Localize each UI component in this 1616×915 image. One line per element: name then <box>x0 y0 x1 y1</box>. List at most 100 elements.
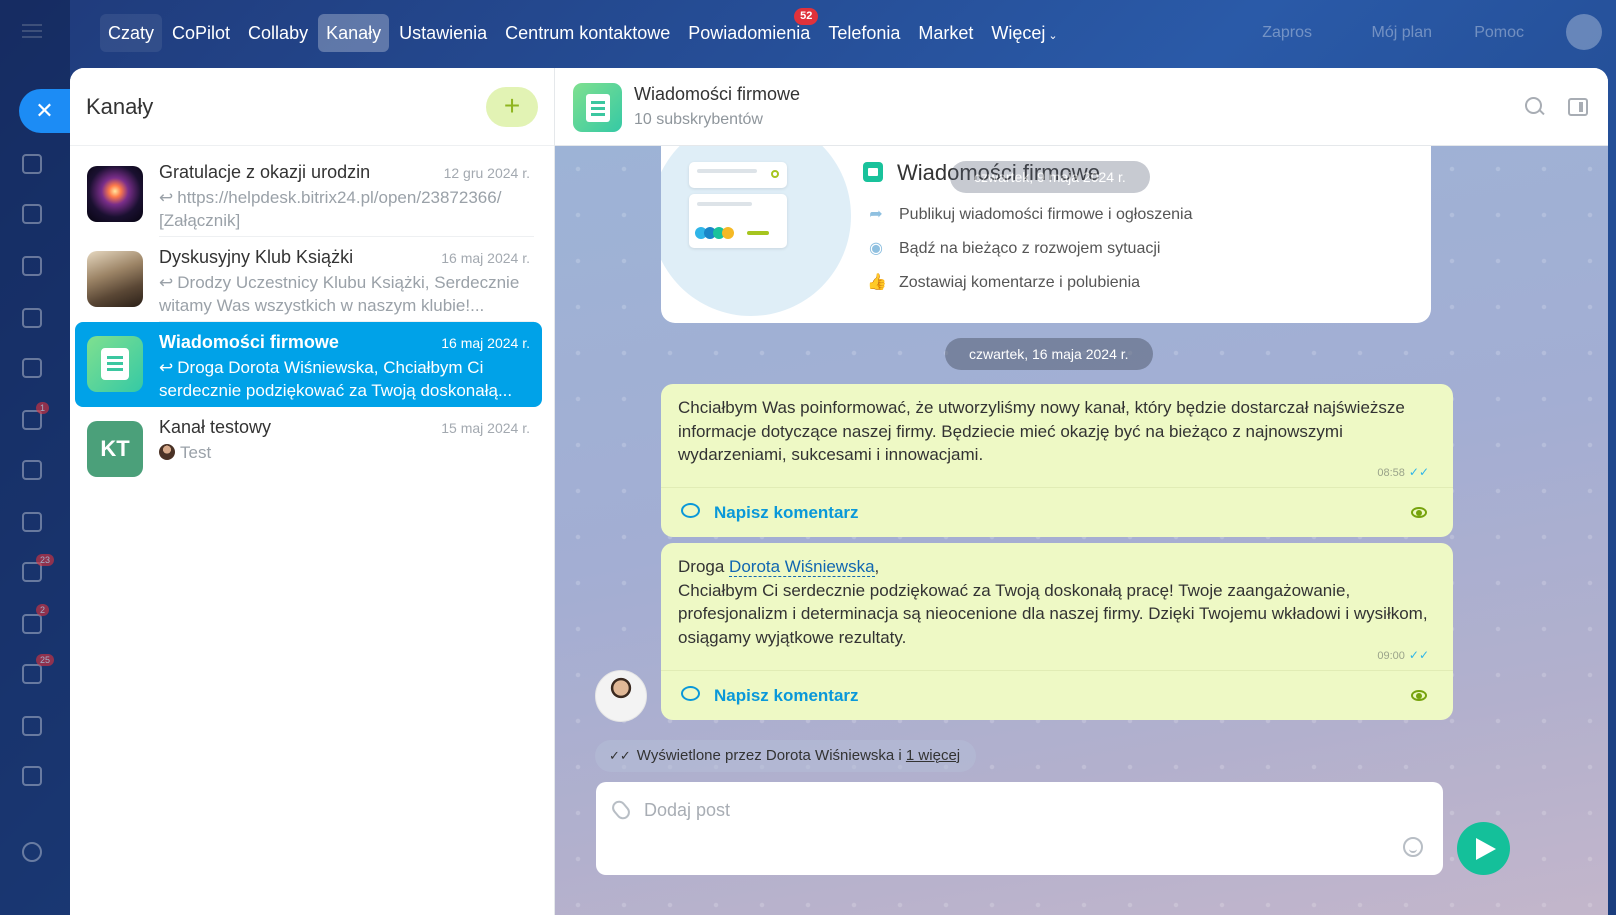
comment-icon <box>681 503 700 518</box>
intro-illustration <box>661 146 851 316</box>
intro-row: ◉ Bądź na bieżąco z rozwojem sytuacji <box>867 238 1160 258</box>
channel-avatar <box>87 166 143 222</box>
close-button[interactable]: ✕ <box>19 89 70 133</box>
tab-kanaly[interactable]: Kanały <box>318 14 390 52</box>
message-footer: Napisz komentarz <box>661 670 1453 720</box>
contacts-icon <box>22 460 42 480</box>
reply-icon: ↩ <box>159 358 174 377</box>
channel-avatar <box>87 336 143 392</box>
message-area[interactable]: Wiadomości firmowe ➦Publikuj wiadomości … <box>555 146 1608 915</box>
intro-row: 👍 Zostawiaj komentarze i polubienia <box>867 274 1141 291</box>
notifications-badge: 52 <box>794 8 819 25</box>
drive-icon <box>22 358 42 378</box>
user-avatar <box>1566 14 1602 50</box>
message-time: 08:58 ✓✓ <box>1377 465 1429 479</box>
sidebar-header: Kanały + <box>70 68 554 146</box>
tab-wiecej[interactable]: Więcej ⌄ <box>983 14 1065 52</box>
sender-avatar <box>159 444 175 460</box>
channel-header: Wiadomości firmowe 10 subskrybentów <box>555 68 1608 146</box>
channel-name: Wiadomości firmowe <box>159 332 339 352</box>
channels-sidebar: Kanały + Gratulacje z okazji urodzin 12 … <box>70 68 555 915</box>
sidebar-title: Kanały <box>86 93 154 119</box>
channel-item-active[interactable]: Wiadomości firmowe 16 maj 2024 r. ↩ Droga… <box>75 322 542 407</box>
search-icon[interactable] <box>1524 96 1546 118</box>
messenger-window: Kanały + Gratulacje z okazji urodzin 12 … <box>70 68 1608 915</box>
channel-date: 16 maj 2024 r. <box>441 335 530 351</box>
message-footer: Napisz komentarz <box>661 487 1453 537</box>
views-icon[interactable] <box>1411 507 1427 518</box>
invite-link: Zapros <box>1262 24 1312 41</box>
sidebar-panel-icon[interactable] <box>1568 98 1588 116</box>
post-input[interactable] <box>644 796 1344 824</box>
target-icon <box>22 716 42 736</box>
channel-avatar <box>87 251 143 307</box>
tab-copilot[interactable]: CoPilot <box>164 14 238 52</box>
settings-icon <box>22 842 42 862</box>
intro-row: ➦ Publikuj wiadomości firmowe i ogłoszeni… <box>867 204 1192 224</box>
read-check-icon: ✓✓ <box>1408 465 1429 479</box>
channel-title[interactable]: Wiadomości firmowe <box>634 84 800 105</box>
crm-badge: 2 <box>36 604 50 616</box>
date-separator: czwartek, 16 maja 2024 r. <box>945 338 1153 370</box>
paperclip-icon[interactable] <box>609 797 633 823</box>
seen-more-link[interactable]: 1 więcej <box>906 747 960 764</box>
background-left-menu: 1 23 2 25 <box>0 0 70 915</box>
message-bubble[interactable]: Droga Dorota Wiśniewska, Chciałbym Ci se… <box>661 543 1453 720</box>
channel-preview: Droga Dorota Wiśniewska, Chciałbym Ci se… <box>159 358 513 400</box>
tab-czaty[interactable]: Czaty <box>100 14 163 52</box>
chevron-down-icon: ⌄ <box>1048 30 1058 42</box>
message-bubble[interactable]: Chciałbym Was poinformować, że utworzyli… <box>661 384 1453 537</box>
author-avatar[interactable] <box>595 670 647 722</box>
channel-preview: Test <box>180 443 212 462</box>
channel-item[interactable]: Dyskusyjny Klub Książki 16 maj 2024 r. ↩… <box>75 237 542 322</box>
thumbs-up-icon: 👍 <box>867 274 887 291</box>
read-check-icon: ✓✓ <box>1408 648 1429 662</box>
megaphone-icon <box>863 162 883 182</box>
double-check-icon: ✓✓ <box>609 748 631 763</box>
seen-by-bar: ✓✓ Wyświetlone przez Dorota Wiśniewska i … <box>595 740 977 772</box>
newspaper-icon <box>585 93 610 122</box>
write-comment-button[interactable]: Napisz komentarz <box>714 686 859 706</box>
newspaper-icon <box>101 348 129 380</box>
tab-powiadomienia[interactable]: Powiadomienia 52 <box>680 8 819 52</box>
feed-icon <box>22 154 42 174</box>
mention-link[interactable]: Dorota Wiśniewska <box>729 557 875 577</box>
document-icon <box>22 308 42 328</box>
tab-telefonia[interactable]: Telefonia <box>820 14 908 52</box>
subscribers-count[interactable]: 10 subskrybentów <box>634 111 763 129</box>
calendar-icon <box>22 256 42 276</box>
channel-name: Dyskusyjny Klub Książki <box>159 247 354 267</box>
channel-item[interactable]: KT Kanał testowy 15 maj 2024 r. Test <box>75 407 542 492</box>
crm-icon <box>22 614 42 634</box>
reply-icon: ↩ <box>159 273 174 292</box>
views-icon[interactable] <box>1411 690 1427 701</box>
add-channel-button[interactable]: + <box>486 86 538 127</box>
tab-centrum-kontaktowe[interactable]: Centrum kontaktowe <box>497 14 678 52</box>
channel-name: Kanał testowy <box>159 417 272 437</box>
tab-ustawienia[interactable]: Ustawienia <box>391 14 495 52</box>
channel-preview: Drodzy Uczestnicy Klubu Książki, Serdecz… <box>159 273 520 315</box>
funnel-icon <box>22 664 42 684</box>
composer <box>596 782 1443 875</box>
message-text: Chciałbym Was poinformować, że utworzyli… <box>678 398 1405 464</box>
cart-icon <box>22 766 42 786</box>
channel-list: Gratulacje z okazji urodzin 12 gru 2024 … <box>70 146 554 492</box>
date-separator-overlay: czwartek, 9 maja 2024 r. <box>950 161 1150 193</box>
write-comment-button[interactable]: Napisz komentarz <box>714 503 859 523</box>
eye-icon: ◉ <box>869 240 883 257</box>
channel-view: Wiadomości firmowe 10 subskrybentów Wiad… <box>555 68 1608 915</box>
channel-name: Gratulacje z okazji urodzin <box>159 162 371 182</box>
my-plan-link: Mój plan <box>1371 24 1432 41</box>
tab-collaby[interactable]: Collaby <box>240 14 316 52</box>
tab-market[interactable]: Market <box>910 14 981 52</box>
channel-item[interactable]: Gratulacje z okazji urodzin 12 gru 2024 … <box>75 152 542 237</box>
channel-avatar <box>573 83 622 132</box>
help-link: Pomoc <box>1474 24 1524 41</box>
share-arrow-icon: ➦ <box>869 206 883 223</box>
board-icon <box>22 512 42 532</box>
emoji-icon[interactable] <box>1403 837 1423 857</box>
send-button[interactable] <box>1457 822 1510 875</box>
chat-icon <box>22 204 42 224</box>
mail-badge: 1 <box>36 402 50 414</box>
message-text: Droga Dorota Wiśniewska, Chciałbym Ci se… <box>678 557 1428 647</box>
